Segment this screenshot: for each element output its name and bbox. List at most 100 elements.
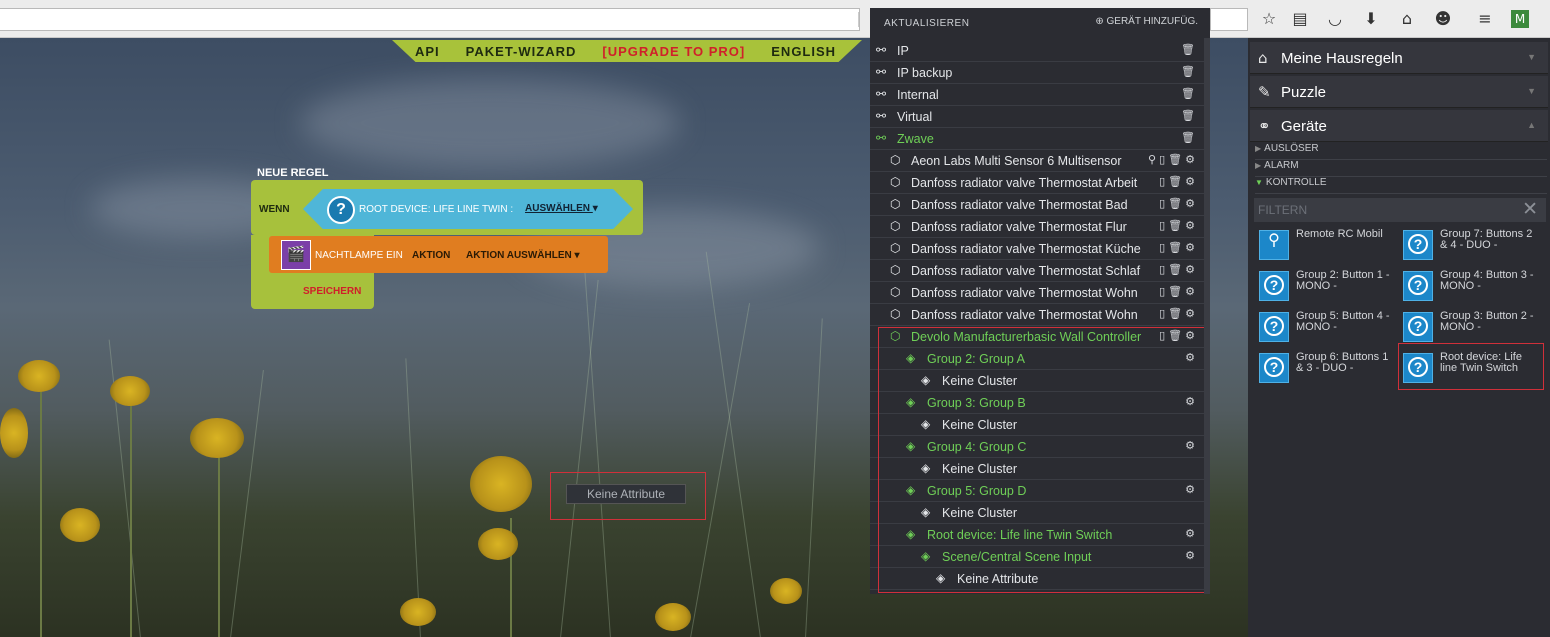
cube-icon: ⬡ bbox=[890, 175, 901, 189]
action-select-dropdown[interactable]: AKTION AUSWÄHLEN ▾ bbox=[466, 250, 580, 261]
tree-row-label: Danfoss radiator valve Thermostat Arbeit bbox=[911, 176, 1138, 190]
battery-icon[interactable]: ▯ bbox=[1159, 307, 1168, 320]
tree-row[interactable]: ⚯ Internal 🗑 bbox=[870, 84, 1210, 106]
trash-icon[interactable]: 🗑 bbox=[1181, 131, 1198, 144]
gear-icon[interactable]: ⚙ bbox=[1185, 263, 1198, 276]
nav-upgrade-pro[interactable]: [UPGRADE TO PRO] bbox=[602, 44, 745, 59]
tree-row-label: Danfoss radiator valve Thermostat Wohn bbox=[911, 286, 1138, 300]
save-button[interactable]: SPEICHERN bbox=[303, 286, 361, 297]
tree-row-label: Danfoss radiator valve Thermostat Bad bbox=[911, 198, 1128, 212]
nav-paket-wizard[interactable]: PAKET-WIZARD bbox=[466, 44, 577, 59]
tree-row[interactable]: ⬡ Danfoss radiator valve Thermostat Schla… bbox=[870, 260, 1210, 282]
subcat-alarm[interactable]: ▶ ALARM bbox=[1255, 160, 1547, 177]
tree-row[interactable]: ⬡ Danfoss radiator valve Thermostat Flur ▯… bbox=[870, 216, 1210, 238]
device-card[interactable]: ? Group 6: Buttons 1 & 3 - DUO - bbox=[1256, 349, 1397, 389]
device-card[interactable]: ? Group 5: Button 4 - MONO - bbox=[1256, 308, 1397, 348]
trash-icon[interactable]: 🗑 bbox=[1168, 197, 1185, 210]
question-device-icon: ? bbox=[1403, 271, 1433, 301]
question-device-icon: ? bbox=[1259, 312, 1289, 342]
nav-language[interactable]: ENGLISH bbox=[771, 44, 836, 59]
device-card[interactable]: ? Group 2: Button 1 - MONO - bbox=[1256, 267, 1397, 307]
trigger-select-dropdown[interactable]: AUSWÄHLEN ▾ bbox=[525, 203, 598, 214]
trash-icon[interactable]: 🗑 bbox=[1181, 43, 1198, 56]
tree-row-label: Virtual bbox=[897, 110, 933, 124]
menu-icon[interactable]: ≡ bbox=[1475, 9, 1495, 29]
tree-row[interactable]: ⚯ Virtual 🗑 bbox=[870, 106, 1210, 128]
chevron-down-icon: ▼ bbox=[1527, 86, 1536, 96]
device-card[interactable]: ? Group 7: Buttons 2 & 4 - DUO - bbox=[1400, 226, 1541, 266]
section-geraete[interactable]: ⚭ Geräte ▲ bbox=[1250, 110, 1548, 142]
tree-row[interactable]: ⬡ Danfoss radiator valve Thermostat Wohn ▯… bbox=[870, 282, 1210, 304]
tree-row[interactable]: ⬡ Aeon Labs Multi Sensor 6 Multisensor ⚲▯🗑… bbox=[870, 150, 1210, 172]
device-card[interactable]: ? Group 4: Button 3 - MONO - bbox=[1400, 267, 1541, 307]
gear-icon[interactable]: ⚙ bbox=[1185, 153, 1198, 166]
battery-icon[interactable]: ▯ bbox=[1159, 263, 1168, 276]
row-actions: 🗑 bbox=[1181, 131, 1198, 144]
tree-row[interactable]: ⬡ Danfoss radiator valve Thermostat Bad ▯🗑… bbox=[870, 194, 1210, 216]
close-icon[interactable]: ✕ bbox=[1522, 198, 1538, 221]
trash-icon[interactable]: 🗑 bbox=[1181, 65, 1198, 78]
search-input[interactable] bbox=[1210, 8, 1248, 31]
tree-row[interactable]: ⬡ Danfoss radiator valve Thermostat Küche… bbox=[870, 238, 1210, 260]
gear-icon[interactable]: ⚙ bbox=[1185, 175, 1198, 188]
battery-icon[interactable]: ▯ bbox=[1159, 219, 1168, 232]
battery-icon[interactable]: ▯ bbox=[1159, 175, 1168, 188]
rule-title: NEUE REGEL bbox=[257, 167, 329, 179]
star-icon[interactable]: ☆ bbox=[1259, 9, 1279, 29]
home-icon[interactable]: ⌂ bbox=[1397, 9, 1417, 29]
gear-icon[interactable]: ⚙ bbox=[1185, 241, 1198, 254]
subcat-kontrolle[interactable]: ▼ KONTROLLE bbox=[1255, 177, 1547, 194]
download-icon[interactable]: ⬇ bbox=[1361, 9, 1381, 29]
section-meine-hausregeln[interactable]: ⌂ Meine Hausregeln ▼ bbox=[1250, 42, 1548, 74]
tree-row[interactable]: ⬡ Danfoss radiator valve Thermostat Arbei… bbox=[870, 172, 1210, 194]
gear-icon[interactable]: ⚙ bbox=[1185, 285, 1198, 298]
tree-row-label: Aeon Labs Multi Sensor 6 Multisensor bbox=[911, 154, 1122, 168]
tree-row[interactable]: ⚯ IP backup 🗑 bbox=[870, 62, 1210, 84]
trash-icon[interactable]: 🗑 bbox=[1168, 285, 1185, 298]
add-device-button[interactable]: ⊕ GERÄT HINZUFÜG. bbox=[1095, 16, 1198, 27]
trash-icon[interactable]: 🗑 bbox=[1181, 87, 1198, 100]
battery-icon[interactable]: ▯ bbox=[1159, 197, 1168, 210]
subcat-ausloeser[interactable]: ▶ AUSLÖSER bbox=[1255, 143, 1547, 160]
gear-icon[interactable]: ⚙ bbox=[1185, 307, 1198, 320]
pocket-icon[interactable]: ◡ bbox=[1325, 9, 1345, 29]
tree-row[interactable]: ⬡ Danfoss radiator valve Thermostat Wohn ▯… bbox=[870, 304, 1210, 326]
device-card[interactable]: ⚲ Remote RC Mobil bbox=[1256, 226, 1397, 266]
extension-icon[interactable]: M bbox=[1511, 10, 1529, 28]
tree-row-label: Danfoss radiator valve Thermostat Wohn bbox=[911, 308, 1138, 322]
tree-row[interactable]: ⚯ IP 🗑 bbox=[870, 40, 1210, 62]
battery-icon[interactable]: ▯ bbox=[1159, 241, 1168, 254]
section-puzzle[interactable]: ✎ Puzzle ▼ bbox=[1250, 76, 1548, 108]
trash-icon[interactable]: 🗑 bbox=[1168, 153, 1185, 166]
device-card[interactable]: ? Group 3: Button 2 - MONO - bbox=[1400, 308, 1541, 348]
trash-icon[interactable]: 🗑 bbox=[1168, 307, 1185, 320]
question-device-icon: ? bbox=[1403, 230, 1433, 260]
caret-down-icon: ▼ bbox=[1255, 178, 1263, 187]
tree-scrollbar[interactable] bbox=[1204, 38, 1210, 594]
remote-icon: ⚲ bbox=[1259, 230, 1289, 260]
filter-input[interactable]: FILTERN ✕ bbox=[1254, 198, 1546, 222]
chat-icon[interactable]: ☻ bbox=[1433, 9, 1453, 29]
nav-api[interactable]: API bbox=[415, 44, 440, 59]
row-actions: 🗑 bbox=[1181, 43, 1198, 56]
network-icon: ⚯ bbox=[876, 43, 887, 57]
action-name: NACHTLAMPE EIN bbox=[315, 250, 403, 261]
trash-icon[interactable]: 🗑 bbox=[1181, 109, 1198, 122]
battery-icon[interactable]: ▯ bbox=[1159, 153, 1168, 166]
wenn-label: WENN bbox=[259, 204, 290, 215]
trash-icon[interactable]: 🗑 bbox=[1168, 241, 1185, 254]
trigger-device-label: ROOT DEVICE: LIFE LINE TWIN : bbox=[359, 204, 514, 215]
trash-icon[interactable]: 🗑 bbox=[1168, 219, 1185, 232]
tree-row-label: IP bbox=[897, 44, 909, 58]
battery-icon[interactable]: ▯ bbox=[1159, 285, 1168, 298]
cube-icon: ⬡ bbox=[890, 241, 901, 255]
gear-icon[interactable]: ⚙ bbox=[1185, 197, 1198, 210]
refresh-button[interactable]: AKTUALISIEREN bbox=[884, 18, 969, 29]
tree-row[interactable]: ⚯ Zwave 🗑 bbox=[870, 128, 1210, 150]
trash-icon[interactable]: 🗑 bbox=[1168, 175, 1185, 188]
url-input[interactable] bbox=[0, 8, 860, 31]
trash-icon[interactable]: 🗑 bbox=[1168, 263, 1185, 276]
gear-icon[interactable]: ⚙ bbox=[1185, 219, 1198, 232]
reading-list-icon[interactable]: ▤ bbox=[1290, 9, 1310, 29]
pin-icon[interactable]: ⚲ bbox=[1148, 153, 1159, 166]
